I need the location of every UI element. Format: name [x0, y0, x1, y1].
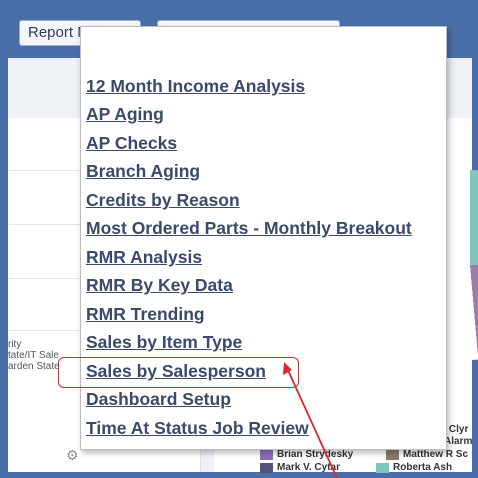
- chart-axis-label: arden State: [8, 361, 60, 372]
- legend-swatch-icon: [386, 449, 399, 460]
- legend-item: Matthew R Sc: [386, 449, 468, 460]
- menu-item-dashboard-setup[interactable]: Dashboard Setup: [86, 389, 231, 409]
- legend-partial-label: Alarm: [444, 436, 473, 447]
- legend-item: Brian Strydesky: [260, 449, 353, 460]
- chart-axis-label: tate/IT Sale: [8, 350, 59, 361]
- legend-swatch-icon: [376, 462, 389, 473]
- menu-item-rmr-trending[interactable]: RMR Trending: [86, 304, 205, 324]
- legend-swatch-icon: [260, 449, 273, 460]
- annotation-highlight-box: [58, 357, 299, 388]
- app-window: { "toolbar": { "report_menu_label": "Rep…: [0, 0, 478, 478]
- legend-label: Mark V. Cytar: [277, 462, 340, 473]
- menu-item-rmr-analysis[interactable]: RMR Analysis: [86, 247, 202, 267]
- legend-item: Mark V. Cytar: [260, 462, 340, 473]
- menu-item-most-ordered-parts[interactable]: Most Ordered Parts - Monthly Breakout: [86, 218, 412, 238]
- menu-item-time-at-status-job-review[interactable]: Time At Status Job Review: [86, 418, 309, 438]
- app-frame-left: [0, 0, 8, 478]
- menu-item-ap-checks[interactable]: AP Checks: [86, 133, 177, 153]
- menu-item-ap-aging[interactable]: AP Aging: [86, 104, 164, 124]
- menu-item-rmr-by-key-data[interactable]: RMR By Key Data: [86, 275, 233, 295]
- legend-swatch-icon: [260, 462, 273, 473]
- chart-axis-label: rity: [8, 339, 22, 350]
- settings-gear-icon[interactable]: ⚙: [66, 447, 79, 464]
- menu-item-credits-by-reason[interactable]: Credits by Reason: [86, 190, 240, 210]
- legend-label: Roberta Ash: [393, 462, 453, 473]
- menu-item-sales-by-item-type[interactable]: Sales by Item Type: [86, 332, 242, 352]
- legend-item: Roberta Ash: [376, 462, 452, 473]
- legend-label: Brian Strydesky: [277, 449, 354, 460]
- menu-item-12-month-income-analysis[interactable]: 12 Month Income Analysis: [86, 76, 305, 96]
- menu-item-branch-aging[interactable]: Branch Aging: [86, 161, 200, 181]
- legend-label: Matthew R Sc: [403, 449, 469, 460]
